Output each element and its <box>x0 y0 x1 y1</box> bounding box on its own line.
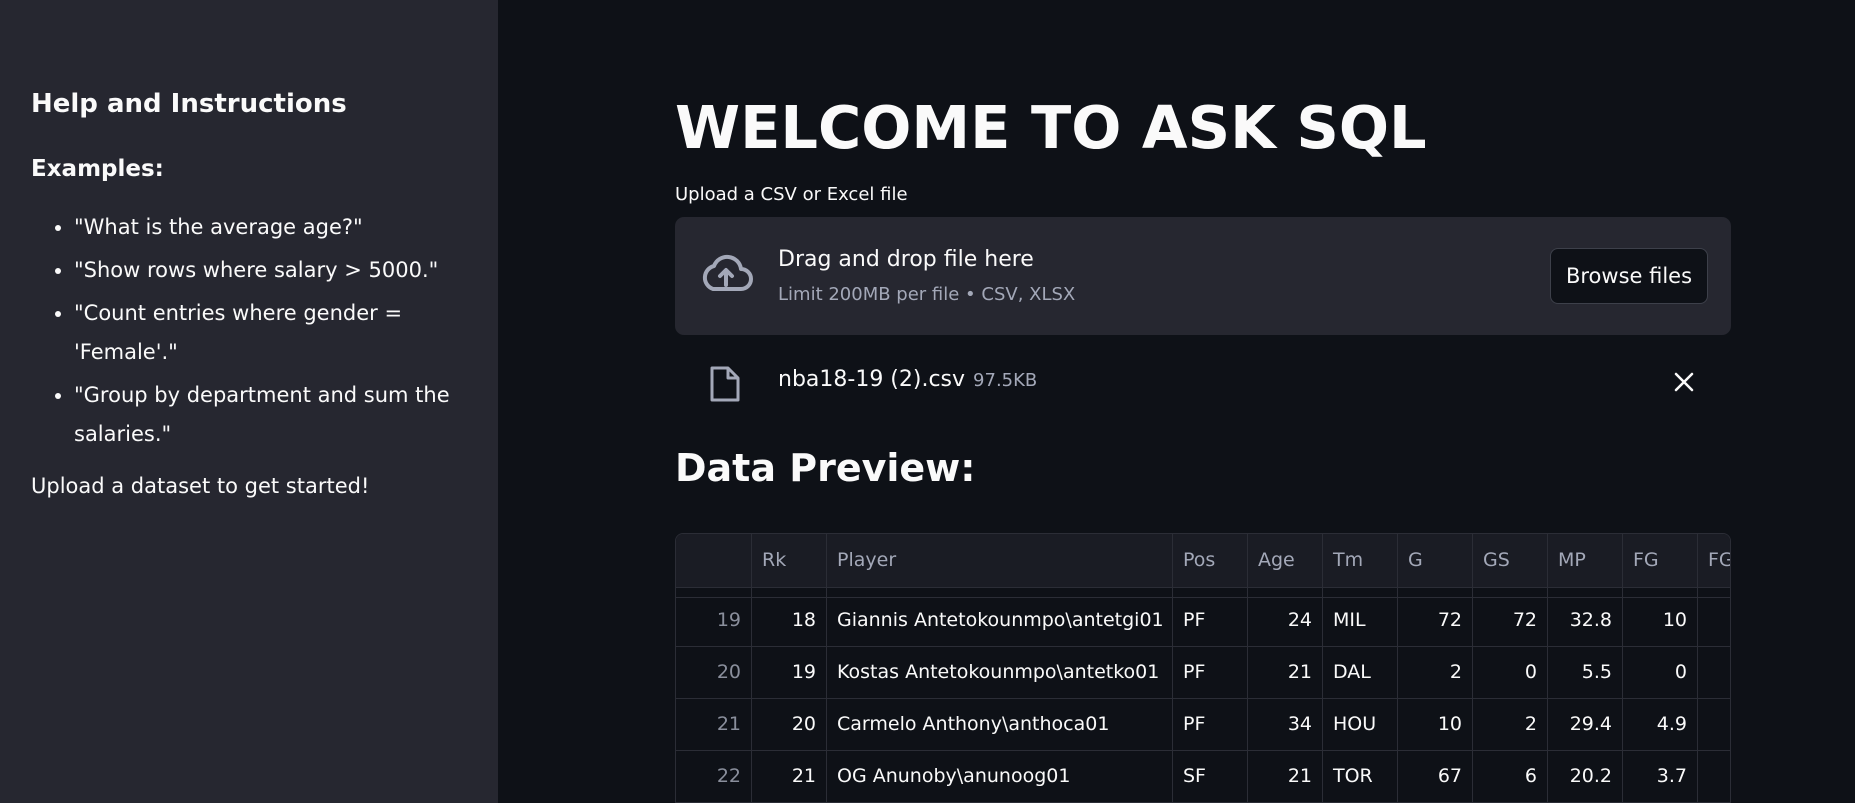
example-item: "What is the average age?" <box>74 208 464 247</box>
table-cell[interactable]: 72 <box>1398 594 1473 646</box>
page-title: WELCOME TO ASK SQL <box>675 93 1427 162</box>
table-cell[interactable]: 2 <box>1473 698 1548 750</box>
table-cell[interactable]: 20 <box>752 698 827 750</box>
column-header[interactable]: Pos <box>1173 534 1248 587</box>
column-header[interactable]: FG <box>1623 534 1698 587</box>
table-cell[interactable]: 0 <box>1623 646 1698 698</box>
table-cell[interactable]: 34 <box>1248 698 1323 750</box>
table-cell[interactable]: 10 <box>1398 698 1473 750</box>
column-header[interactable]: FG <box>1698 534 1730 587</box>
table-cell[interactable]: 6 <box>1473 750 1548 802</box>
uploader-label: Upload a CSV or Excel file <box>675 184 908 205</box>
table-row[interactable]: 20 19 Kostas Antetokounmpo\antetko01 PF 21 DA… <box>676 646 1730 699</box>
column-header-index[interactable] <box>676 534 752 587</box>
examples-list: "What is the average age?" "Show rows wh… <box>31 208 467 454</box>
table-cell[interactable]: 21 <box>1248 750 1323 802</box>
column-header[interactable]: Rk <box>752 534 827 587</box>
table-row[interactable]: 19 18 Giannis Antetokounmpo\antetgi01 PF 24 M… <box>676 594 1730 647</box>
table-cell[interactable]: 67 <box>1398 750 1473 802</box>
file-name-text: nba18-19 (2).csv <box>778 367 966 392</box>
table-cell[interactable]: 0 <box>1473 646 1548 698</box>
example-item: "Count entries where gender = 'Female'." <box>74 294 464 372</box>
table-cell[interactable] <box>1698 646 1730 698</box>
table-cell[interactable]: 2 <box>1398 646 1473 698</box>
table-cell[interactable]: 1 <box>1698 594 1730 646</box>
file-dropzone[interactable]: Drag and drop file here Limit 200MB per … <box>675 217 1731 335</box>
browse-files-button[interactable]: Browse files <box>1550 248 1708 304</box>
table-cell[interactable]: Kostas Antetokounmpo\antetko01 <box>827 646 1173 698</box>
uploaded-file: nba18-19 (2).csv 97.5KB <box>675 335 1731 431</box>
table-cell[interactable]: 72 <box>1473 594 1548 646</box>
data-preview-table[interactable]: RkPlayerPosAgeTmGGSMPFGFG 1817Ike Anigbo… <box>675 533 1731 803</box>
table-header: RkPlayerPosAgeTmGGSMPFGFG <box>676 534 1730 588</box>
column-header[interactable]: G <box>1398 534 1473 587</box>
table-cell[interactable]: OG Anunoby\anunoog01 <box>827 750 1173 802</box>
table-cell[interactable]: 21 <box>752 750 827 802</box>
table-cell[interactable]: 24 <box>1248 594 1323 646</box>
dropzone-title: Drag and drop file here <box>778 247 1034 272</box>
dropzone-text: Drag and drop file here Limit 200MB per … <box>778 245 1075 309</box>
row-index-cell[interactable]: 20 <box>676 646 752 698</box>
table-cell[interactable]: MIL <box>1323 594 1398 646</box>
table-cell[interactable]: 4.9 <box>1623 698 1698 750</box>
sidebar: Help and Instructions Examples: "What is… <box>0 0 498 803</box>
table-cell[interactable]: 20.2 <box>1548 750 1623 802</box>
example-item: "Show rows where salary > 5000." <box>74 251 464 290</box>
table-cell[interactable]: 5.5 <box>1548 646 1623 698</box>
table-row[interactable]: 22 21 OG Anunoby\anunoog01 SF 21 TOR 67 6 20.2 3.… <box>676 750 1730 802</box>
file-icon <box>710 366 740 402</box>
table-cell[interactable]: 29.4 <box>1548 698 1623 750</box>
table-cell[interactable]: Giannis Antetokounmpo\antetgi01 <box>827 594 1173 646</box>
dropzone-limit: Limit 200MB per file • CSV, XLSX <box>778 284 1076 305</box>
table-cell[interactable]: DAL <box>1323 646 1398 698</box>
preview-heading: Data Preview: <box>675 446 976 490</box>
table-cell[interactable] <box>1698 750 1730 802</box>
table-cell[interactable]: Carmelo Anthony\anthoca01 <box>827 698 1173 750</box>
table-cell[interactable]: 21 <box>1248 646 1323 698</box>
table-cell[interactable]: PF <box>1173 646 1248 698</box>
row-index-cell[interactable]: 21 <box>676 698 752 750</box>
examples-heading: Examples: <box>31 156 164 182</box>
table-cell[interactable]: PF <box>1173 698 1248 750</box>
column-header[interactable]: Age <box>1248 534 1323 587</box>
row-index-cell[interactable]: 19 <box>676 594 752 646</box>
row-index-cell[interactable]: 22 <box>676 750 752 802</box>
table-cell[interactable]: 1 <box>1698 698 1730 750</box>
sidebar-heading: Help and Instructions <box>31 89 347 119</box>
cloud-upload-icon <box>702 254 753 291</box>
table-cell[interactable]: PF <box>1173 594 1248 646</box>
table-row[interactable]: 21 20 Carmelo Anthony\anthoca01 PF 34 HOU 10 2 2… <box>676 698 1730 751</box>
table-cell[interactable]: 19 <box>752 646 827 698</box>
table-cell[interactable]: 10 <box>1623 594 1698 646</box>
column-header[interactable]: MP <box>1548 534 1623 587</box>
table-cell[interactable]: SF <box>1173 750 1248 802</box>
example-item: "Group by department and sum the salarie… <box>74 376 464 454</box>
file-size: 97.5KB <box>973 370 1038 391</box>
close-icon[interactable] <box>1667 365 1701 399</box>
sidebar-footer: Upload a dataset to get started! <box>31 474 370 498</box>
column-header[interactable]: Tm <box>1323 534 1398 587</box>
table-cell[interactable]: 3.7 <box>1623 750 1698 802</box>
table-cell[interactable]: 32.8 <box>1548 594 1623 646</box>
main-content: WELCOME TO ASK SQL Upload a CSV or Excel… <box>675 0 1731 803</box>
table-cell[interactable]: 18 <box>752 594 827 646</box>
column-header[interactable]: Player <box>827 534 1173 587</box>
table-cell[interactable]: TOR <box>1323 750 1398 802</box>
column-header[interactable]: GS <box>1473 534 1548 587</box>
file-name: nba18-19 (2).csv 97.5KB <box>778 363 1037 398</box>
table-cell[interactable]: HOU <box>1323 698 1398 750</box>
